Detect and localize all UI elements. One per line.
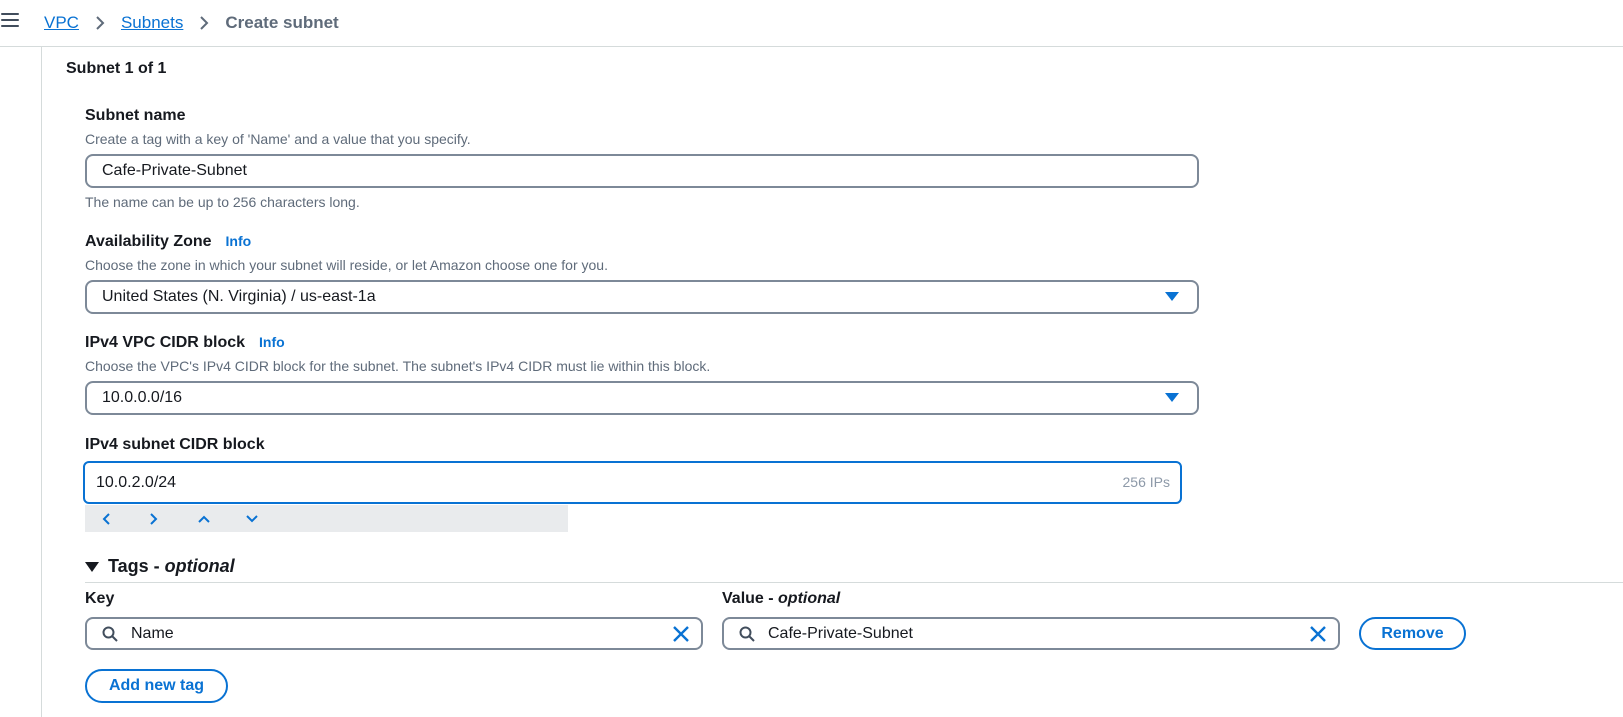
chevron-right-icon (197, 11, 211, 35)
search-icon (102, 626, 118, 642)
vpc-cidr-label: IPv4 VPC CIDR block Info (85, 334, 285, 352)
breadcrumb-current: Create subnet (225, 13, 339, 32)
vpc-cidr-select[interactable]: 10.0.0.0/16 (85, 381, 1199, 415)
remove-tag-button[interactable]: Remove (1359, 617, 1466, 650)
caret-down-icon (1165, 393, 1179, 402)
search-icon (739, 626, 755, 642)
ip-count-hint: 256 IPs (1122, 474, 1170, 490)
subnet-name-label: Subnet name (85, 107, 186, 124)
vpc-cidr-value: 10.0.0.0/16 (102, 389, 183, 406)
availability-zone-value: United States (N. Virginia) / us-east-1a (102, 288, 376, 305)
breadcrumb: VPC Subnets Create subnet (44, 11, 339, 35)
caret-down-icon (1165, 292, 1179, 301)
tag-value-label-optional: optional (778, 590, 841, 607)
top-bar: VPC Subnets Create subnet (0, 0, 1623, 47)
subnet-name-input[interactable]: Cafe-Private-Subnet (85, 154, 1199, 188)
subnet-cidr-value: 10.0.2.0/24 (96, 473, 177, 491)
tags-title-optional: optional (164, 556, 235, 576)
availability-zone-label-text: Availability Zone (85, 233, 212, 250)
chevron-up-icon[interactable] (197, 505, 245, 532)
tags-title: Tags - (108, 556, 160, 576)
vpc-cidr-description: Choose the VPC's IPv4 CIDR block for the… (85, 358, 711, 374)
subnet-name-description: Create a tag with a key of 'Name' and a … (85, 131, 471, 147)
add-new-tag-button[interactable]: Add new tag (85, 669, 228, 703)
tag-key-label: Key (85, 590, 115, 607)
subnet-name-value: Cafe-Private-Subnet (102, 162, 247, 179)
vpc-cidr-info-link[interactable]: Info (259, 334, 285, 350)
tag-key-input[interactable]: Name (85, 617, 703, 650)
tag-value-label: Value - optional (722, 590, 840, 608)
tag-value-input[interactable]: Cafe-Private-Subnet (722, 617, 1340, 650)
container-border (41, 47, 42, 717)
breadcrumb-link-vpc[interactable]: VPC (44, 13, 79, 33)
triangle-down-icon (85, 561, 99, 572)
tag-value-label-text: Value - (722, 590, 774, 607)
availability-zone-info-link[interactable]: Info (226, 233, 252, 249)
tags-expander[interactable]: Tags - optional (85, 556, 235, 577)
subnet-cidr-input[interactable]: 10.0.2.0/24 256 IPs (83, 461, 1182, 504)
availability-zone-select[interactable]: United States (N. Virginia) / us-east-1a (85, 280, 1199, 314)
breadcrumb-link-subnets[interactable]: Subnets (121, 13, 183, 33)
close-icon[interactable] (672, 625, 690, 643)
chevron-right-icon (93, 11, 107, 35)
close-icon[interactable] (1309, 625, 1327, 643)
availability-zone-label: Availability Zone Info (85, 233, 251, 251)
tag-value-value: Cafe-Private-Subnet (768, 624, 913, 642)
menu-icon[interactable] (1, 13, 19, 29)
divider (85, 582, 1623, 583)
subnet-name-constraint: The name can be up to 256 characters lon… (85, 194, 360, 210)
chevron-right-icon[interactable] (149, 505, 197, 532)
cidr-navigation-bar (85, 505, 568, 532)
section-title: Subnet 1 of 1 (66, 60, 167, 77)
chevron-left-icon[interactable] (101, 505, 149, 532)
availability-zone-description: Choose the zone in which your subnet wil… (85, 257, 608, 273)
vpc-cidr-label-text: IPv4 VPC CIDR block (85, 334, 246, 351)
subnet-cidr-label: IPv4 subnet CIDR block (85, 436, 265, 453)
tag-key-value: Name (131, 624, 174, 642)
chevron-down-icon[interactable] (245, 505, 293, 532)
